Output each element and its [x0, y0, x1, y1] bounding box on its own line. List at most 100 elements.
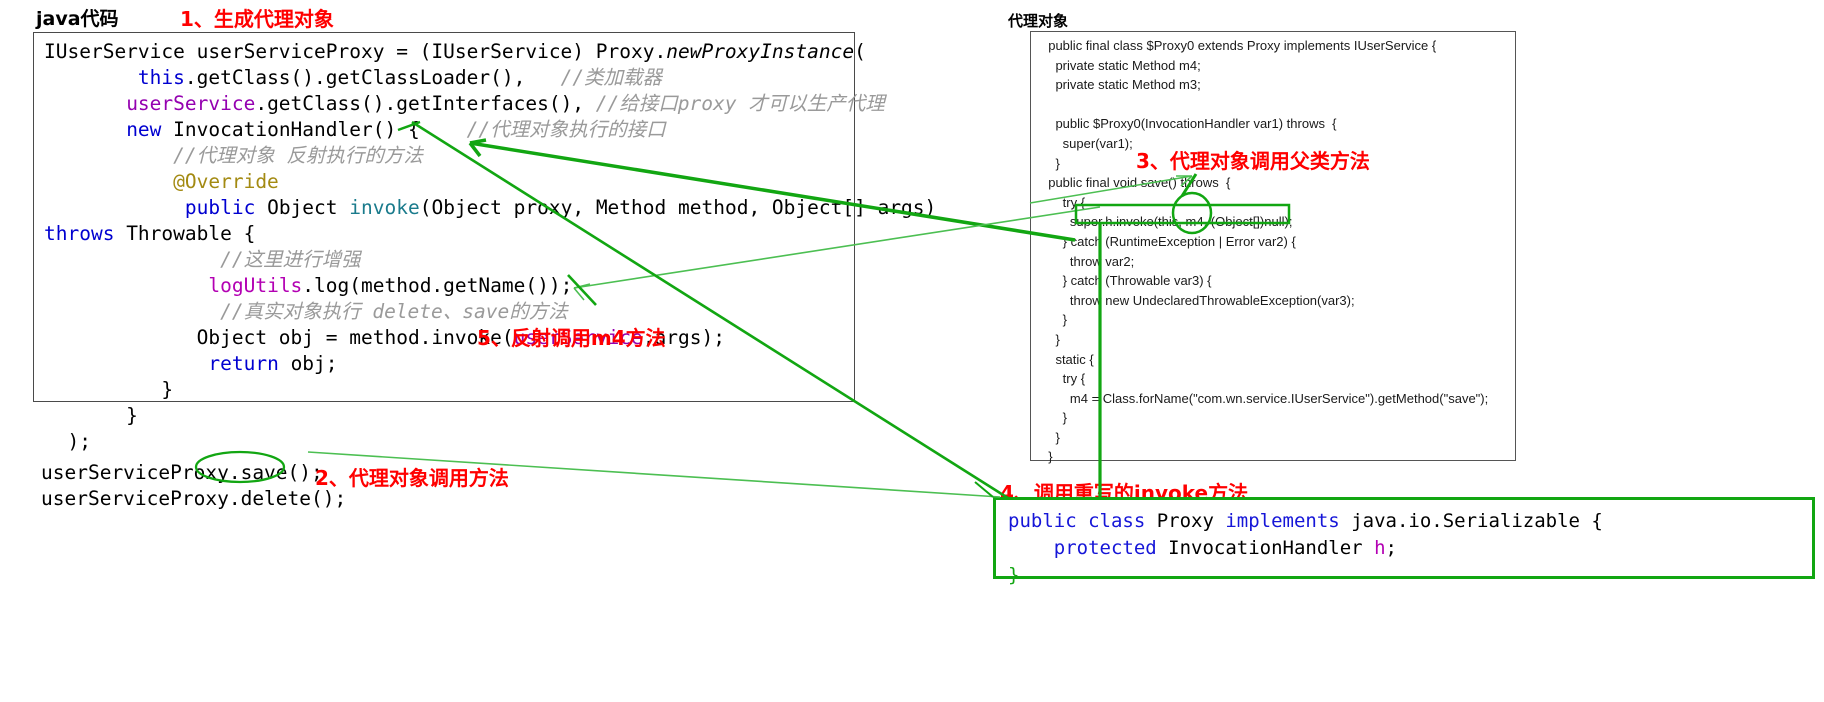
code-token: @Override — [173, 170, 279, 193]
code-token: implements — [1225, 510, 1340, 532]
code-token: ); — [44, 430, 91, 453]
code-line: super.h.invoke(this, m4, (Object[])null)… — [1041, 214, 1293, 230]
code-line: protected InvocationHandler h; — [1008, 535, 1603, 562]
code-token: InvocationHandler() { — [161, 118, 467, 141]
code-line: } — [1041, 429, 1060, 445]
code-line: new InvocationHandler() { //代理对象执行的接口 — [44, 117, 936, 143]
code-token: invoke — [349, 196, 420, 219]
code-token: //这里进行增强 — [220, 248, 361, 271]
code-line: logUtils.log(method.getName()); — [44, 273, 936, 299]
code-token: //代理对象 反射执行的方法 — [173, 144, 423, 167]
code-line: throws Throwable { — [44, 221, 936, 247]
code-line: throw var2; — [1041, 253, 1135, 269]
proxy-invocation-calls: userServiceProxy.save(); userServiceProxy… — [41, 460, 346, 512]
code-line: return obj; — [44, 351, 936, 377]
code-token: Object obj = method.invoke( — [196, 326, 514, 349]
code-line: } — [44, 403, 936, 429]
code-line: ); — [44, 429, 936, 455]
code-line: } — [1041, 410, 1068, 426]
code-line: static { — [1041, 351, 1094, 367]
code-line: public Object invoke(Object proxy, Metho… — [44, 195, 936, 221]
code-token: logUtils — [208, 274, 303, 297]
proxy-base-class-panel: public class Proxy implements java.io.Se… — [993, 497, 1815, 586]
code-line: @Override — [44, 169, 936, 195]
code-line: } — [44, 377, 936, 403]
code-token: ( — [854, 40, 866, 63]
code-token: .getClass().getInterfaces(), — [255, 92, 596, 115]
code-token: throws — [44, 222, 115, 245]
code-line: public final void save() throws { — [1041, 175, 1231, 191]
code-line: private static Method m3; — [1041, 77, 1201, 93]
code-token: .log(method.getName()); — [302, 274, 573, 297]
code-token: java.io.Serializable { — [1339, 510, 1603, 532]
code-token: Throwable { — [114, 222, 256, 245]
code-token: //代理对象执行的接口 — [466, 118, 666, 141]
arrow-step4-corner — [974, 481, 994, 498]
code-line: try { — [1041, 194, 1086, 210]
code-token: this — [137, 66, 185, 89]
code-token: InvocationHandler — [1156, 537, 1375, 559]
code-line: userService.getClass().getInterfaces(), … — [44, 91, 936, 117]
proxy-object-heading: 代理对象 — [1008, 12, 1069, 30]
code-token: } — [1008, 564, 1020, 586]
code-token: obj; — [278, 352, 338, 375]
code-token: //类加载器 — [560, 66, 663, 89]
code-line: userServiceProxy.save(); — [41, 461, 323, 484]
code-token: h — [1374, 537, 1386, 559]
annotation-step-5: 5、反射调用m4方法 — [477, 326, 666, 350]
code-line: //这里进行增强 — [44, 247, 936, 273]
code-line: this.getClass().getClassLoader(), //类加载器 — [44, 65, 936, 91]
code-token: public class — [1008, 510, 1146, 532]
code-line: public final class $Proxy0 extends Proxy… — [1041, 38, 1437, 53]
code-token: .getClass().getClassLoader(), — [184, 66, 561, 89]
code-token: IUserService userServiceProxy = (IUserSe… — [44, 40, 667, 63]
code-token: newProxyInstance — [666, 40, 855, 63]
code-line: } catch (RuntimeException | Error var2) … — [1041, 233, 1296, 249]
code-token: ; — [1385, 537, 1397, 559]
code-token: return — [208, 352, 279, 375]
code-token: //真实对象执行 delete、save的方法 — [220, 300, 568, 323]
code-token: (Object proxy, Method method, Object[] a… — [419, 196, 937, 219]
code-line: userServiceProxy.delete(); — [41, 487, 347, 510]
code-token: userService — [126, 92, 256, 115]
code-token: //给接口proxy 才可以生产代理 — [595, 92, 885, 115]
code-token: } — [44, 378, 174, 401]
java-code-content: IUserService userServiceProxy = (IUserSe… — [44, 39, 936, 455]
code-line: } — [1041, 449, 1053, 465]
annotation-step-1: 1、生成代理对象 — [180, 7, 334, 31]
code-token: new — [126, 118, 162, 141]
annotation-step-3: 3、代理对象调用父类方法 — [1136, 149, 1370, 173]
code-line: } — [1008, 562, 1603, 589]
proxy-object-content: public final class $Proxy0 extends Proxy… — [1041, 36, 1488, 467]
code-line: } — [1041, 331, 1060, 347]
code-line: //代理对象 反射执行的方法 — [44, 143, 936, 169]
code-line: } catch (Throwable var3) { — [1041, 273, 1212, 289]
java-code-heading: java代码 — [36, 8, 119, 30]
code-line: throw new UndeclaredThrowableException(v… — [1041, 292, 1355, 308]
code-line: private static Method m4; — [1041, 57, 1201, 73]
code-token: Object — [255, 196, 350, 219]
code-token: } — [44, 404, 138, 427]
code-token: Proxy — [1145, 510, 1226, 532]
annotation-step-2: 2、代理对象调用方法 — [315, 466, 509, 490]
code-line: IUserService userServiceProxy = (IUserSe… — [44, 39, 936, 65]
proxy-base-class-content: public class Proxy implements java.io.Se… — [1008, 508, 1603, 589]
java-code-panel: IUserService userServiceProxy = (IUserSe… — [33, 32, 936, 453]
code-token: public — [184, 196, 256, 219]
code-line: public $Proxy0(InvocationHandler var1) t… — [1041, 116, 1337, 132]
code-line: try { — [1041, 371, 1086, 387]
code-line: m4 = Class.forName("com.wn.service.IUser… — [1041, 390, 1489, 406]
